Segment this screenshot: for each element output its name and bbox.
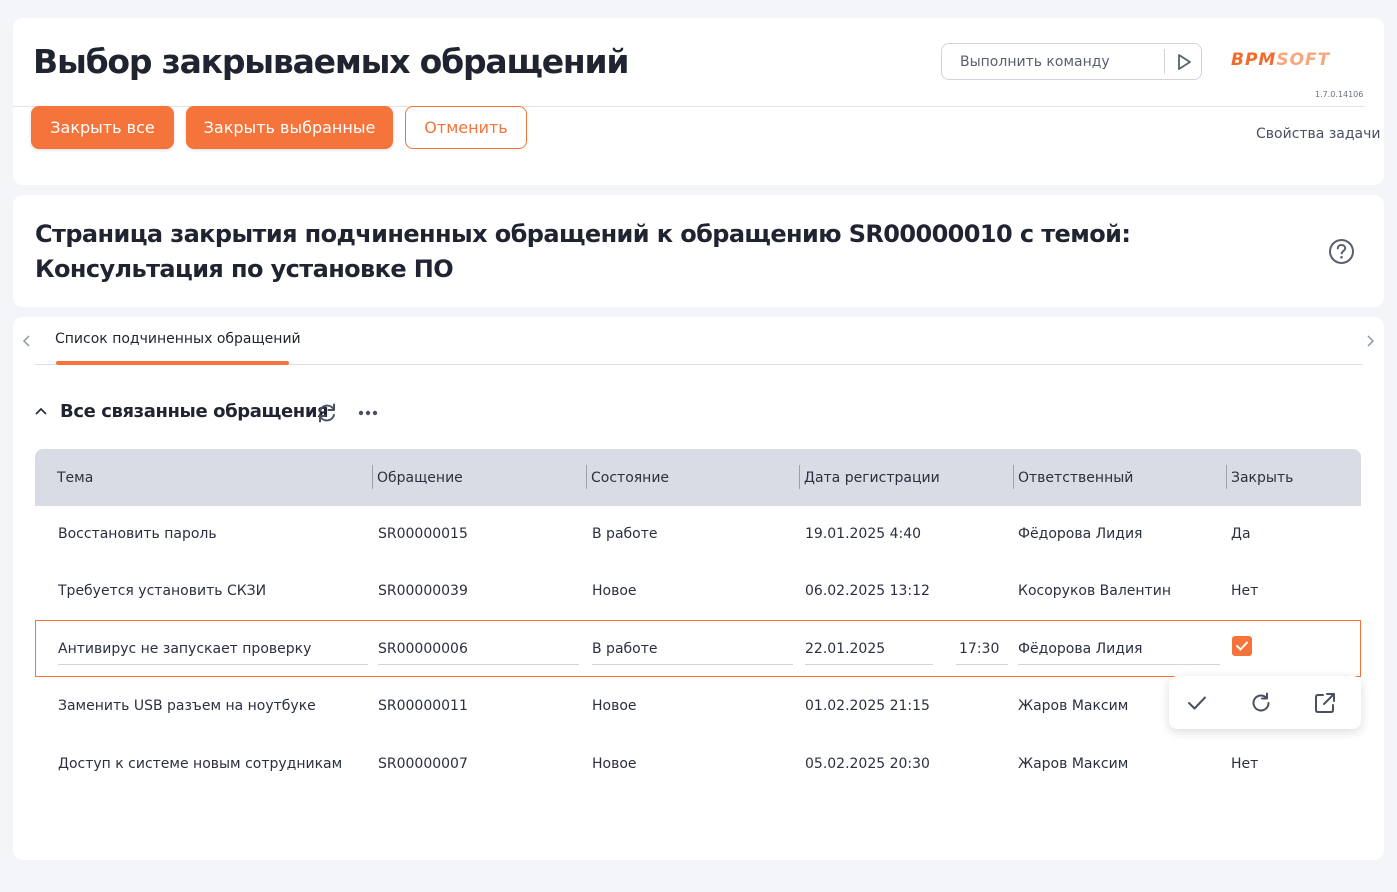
column-header-date[interactable]: Дата регистрации xyxy=(804,449,940,506)
cell-status: Новое xyxy=(592,583,637,599)
cell-number: SR00000007 xyxy=(378,756,468,772)
column-header-close[interactable]: Закрыть xyxy=(1231,449,1293,506)
column-separator[interactable] xyxy=(799,465,800,489)
bpmsoft-logo: BPMSOFT xyxy=(1231,50,1330,70)
edit-underline xyxy=(378,664,579,665)
tabs-scroll-right[interactable] xyxy=(1363,333,1377,349)
cell-owner[interactable]: Фёдорова Лидия xyxy=(1018,621,1142,677)
cell-owner: Жаров Максим xyxy=(1018,698,1129,714)
table-row[interactable]: Требуется установить СКЗИ SR00000039 Нов… xyxy=(35,563,1361,619)
help-button[interactable] xyxy=(1328,238,1355,265)
cell-owner: Жаров Максим xyxy=(1018,756,1129,772)
close-checkbox[interactable] xyxy=(1232,636,1252,656)
subtitle-card: Страница закрытия подчиненных обращений … xyxy=(13,195,1384,307)
cell-status: Новое xyxy=(592,756,637,772)
cell-date[interactable]: 22.01.2025 xyxy=(805,621,885,677)
column-header-status[interactable]: Состояние xyxy=(591,449,669,506)
header-card: Выбор закрываемых обращений BPMSOFT 1.7.… xyxy=(13,18,1384,185)
cell-number: SR00000015 xyxy=(378,526,468,542)
close-all-button[interactable]: Закрыть все xyxy=(31,106,174,149)
cell-subject[interactable]: Антивирус не запускает проверку xyxy=(58,621,311,677)
table-row[interactable]: Заменить USB разъем на ноутбуке SR000000… xyxy=(35,678,1361,734)
open-external-icon xyxy=(1315,693,1335,713)
column-separator[interactable] xyxy=(1013,465,1014,489)
cell-status[interactable]: В работе xyxy=(592,621,658,677)
logo-part-2: SOFT xyxy=(1276,50,1331,70)
table-row-active[interactable]: Антивирус не запускает проверку SR000000… xyxy=(35,620,1361,677)
column-header-subject[interactable]: Тема xyxy=(57,449,93,506)
column-header-owner[interactable]: Ответственный xyxy=(1018,449,1133,506)
edit-underline xyxy=(956,664,1008,665)
table-row[interactable]: Восстановить пароль SR00000015 В работе … xyxy=(35,506,1361,562)
cell-subject: Доступ к системе новым сотрудникам xyxy=(58,756,343,772)
open-row-button[interactable] xyxy=(1312,690,1338,716)
cell-subject: Заменить USB разъем на ноутбуке xyxy=(58,698,316,714)
row-actions-toolbar xyxy=(1169,676,1361,729)
column-separator[interactable] xyxy=(586,465,587,489)
cell-close: Нет xyxy=(1231,756,1259,772)
active-tab-indicator xyxy=(56,361,289,365)
cell-date: 05.02.2025 20:30 xyxy=(805,756,930,772)
cell-date: 19.01.2025 4:40 xyxy=(805,526,922,542)
task-properties-link[interactable]: Свойства задачи xyxy=(1256,126,1380,142)
table-row[interactable]: Доступ к системе новым сотрудникам SR000… xyxy=(35,736,1361,792)
tab-subordinate-requests[interactable]: Список подчиненных обращений xyxy=(55,331,301,347)
reset-row-button[interactable] xyxy=(1248,690,1274,716)
tabs-scroll-left[interactable] xyxy=(20,333,34,349)
cell-close: Нет xyxy=(1231,583,1259,599)
reload-icon xyxy=(1252,692,1270,712)
group-refresh-button[interactable] xyxy=(315,402,339,424)
refresh-icon xyxy=(319,403,335,423)
chevron-left-icon xyxy=(22,335,30,347)
close-selected-button[interactable]: Закрыть выбранные xyxy=(186,106,393,149)
cell-date: 06.02.2025 13:12 xyxy=(805,583,930,599)
cell-number: SR00000011 xyxy=(378,698,468,714)
cell-owner: Фёдорова Лидия xyxy=(1018,526,1143,542)
group-collapse-button[interactable] xyxy=(33,403,49,419)
command-input[interactable] xyxy=(942,44,1164,79)
group-title: Все связанные обращения xyxy=(60,401,329,422)
cell-date: 01.02.2025 21:15 xyxy=(805,698,930,714)
help-icon xyxy=(1329,239,1354,264)
command-box xyxy=(941,43,1202,80)
column-separator[interactable] xyxy=(1226,465,1227,489)
cell-status: Новое xyxy=(592,698,637,714)
group-more-button[interactable] xyxy=(357,403,379,423)
version-label: 1.7.0.14106 xyxy=(1315,90,1364,99)
cell-time[interactable]: 17:30 xyxy=(959,621,999,677)
play-icon xyxy=(1178,54,1191,70)
main-card: Список подчиненных обращений Все связанн… xyxy=(13,317,1384,860)
chevron-up-icon xyxy=(35,407,47,415)
column-header-number[interactable]: Обращение xyxy=(377,449,463,506)
edit-underline xyxy=(805,664,933,665)
page-title: Выбор закрываемых обращений xyxy=(33,42,630,81)
check-icon xyxy=(1188,696,1206,710)
cell-subject: Требуется установить СКЗИ xyxy=(58,583,267,599)
edit-underline xyxy=(1018,664,1220,665)
run-command-button[interactable] xyxy=(1171,50,1197,74)
cell-number[interactable]: SR00000006 xyxy=(378,621,468,677)
chevron-right-icon xyxy=(1367,335,1375,347)
column-separator[interactable] xyxy=(372,465,373,489)
page-subtitle: Страница закрытия подчиненных обращений … xyxy=(35,220,1131,283)
checkmark-icon xyxy=(1236,641,1248,651)
cell-status: В работе xyxy=(592,526,658,542)
more-dots-icon xyxy=(358,410,378,416)
cell-number: SR00000039 xyxy=(378,583,468,599)
logo-part-1: BPM xyxy=(1231,50,1277,70)
save-row-button[interactable] xyxy=(1184,690,1210,716)
table-header: Тема Обращение Состояние Дата регистраци… xyxy=(35,449,1361,506)
cancel-button[interactable]: Отменить xyxy=(405,106,527,149)
edit-underline xyxy=(58,664,368,665)
cell-owner: Косоруков Валентин xyxy=(1018,583,1171,599)
edit-underline xyxy=(592,664,793,665)
command-separator xyxy=(1164,49,1165,74)
cell-subject: Восстановить пароль xyxy=(58,526,217,542)
cell-close: Да xyxy=(1231,526,1251,542)
